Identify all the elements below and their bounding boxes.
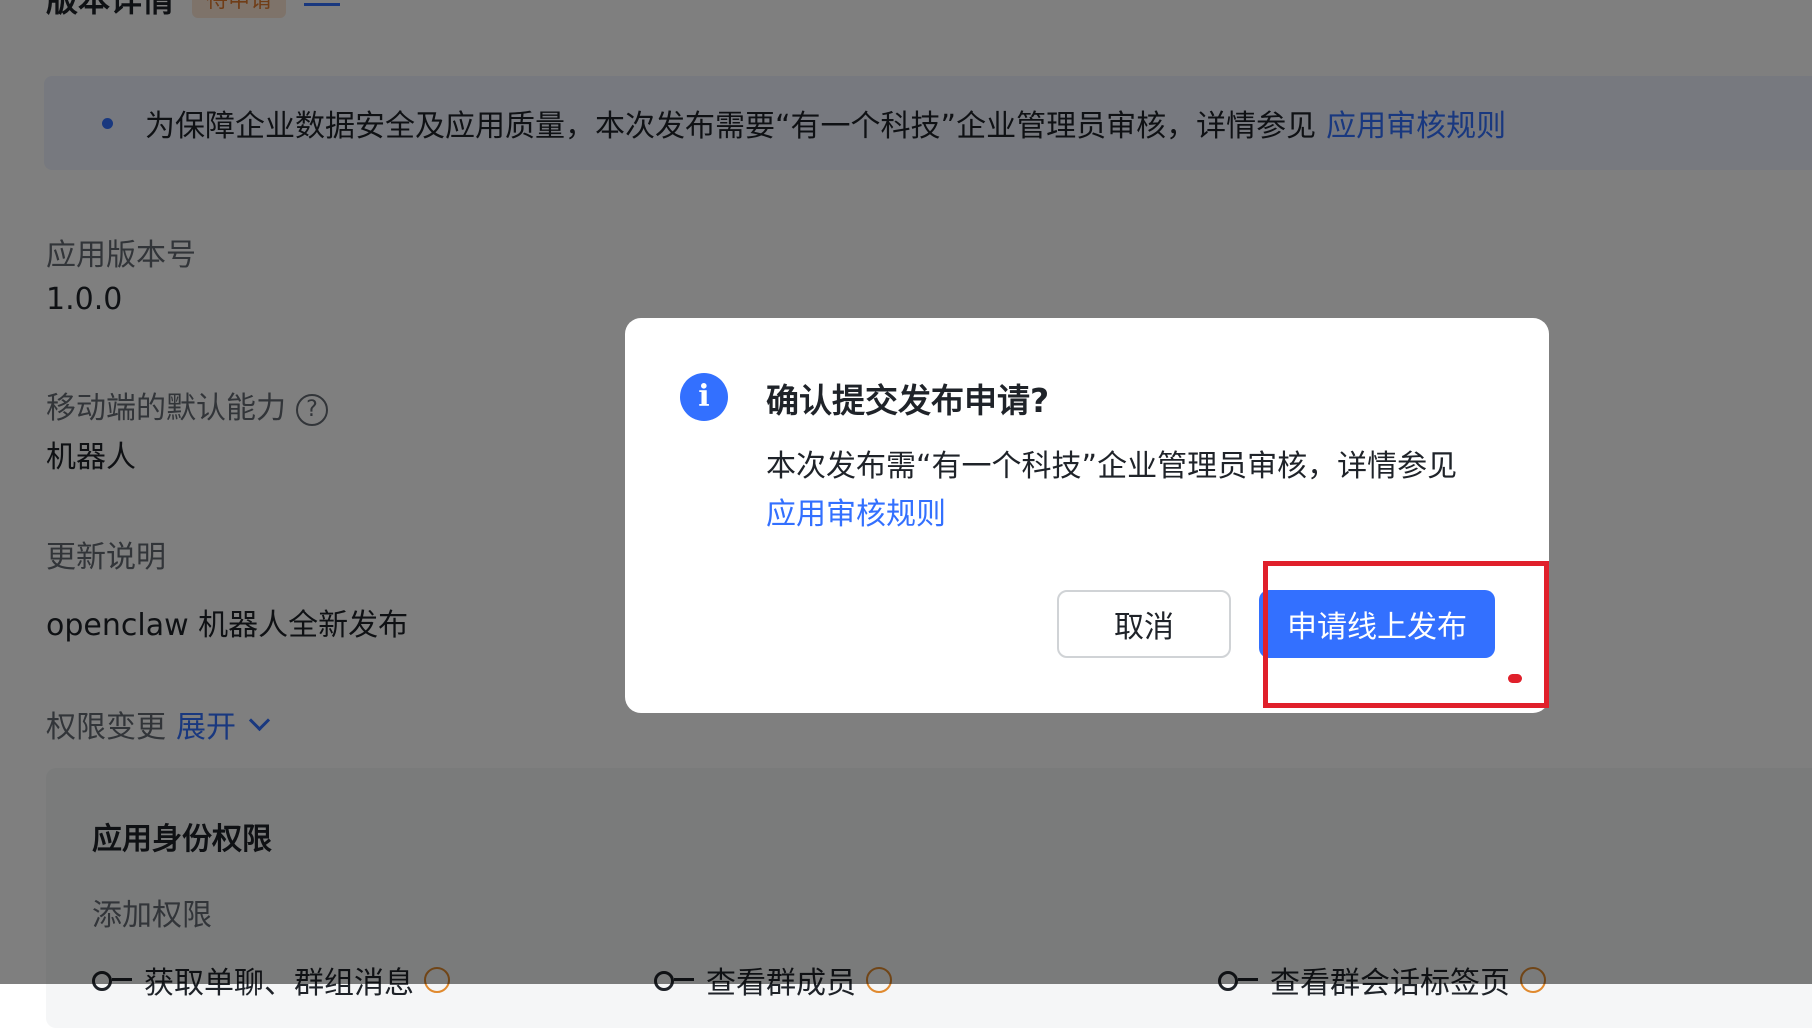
dialog-body: 本次发布需“有一个科技”企业管理员审核，详情参见 应用审核规则 [766,443,1506,539]
annotation-highlight-box [1263,561,1549,708]
cancel-button[interactable]: 取消 [1057,590,1231,658]
dialog-title: 确认提交发布申请? [766,381,1050,420]
annotation-mark [1508,674,1522,683]
dialog-review-rules-link[interactable]: 应用审核规则 [766,497,946,532]
info-icon: i [680,373,728,421]
dialog-body-text: 本次发布需“有一个科技”企业管理员审核，详情参见 [766,449,1458,484]
